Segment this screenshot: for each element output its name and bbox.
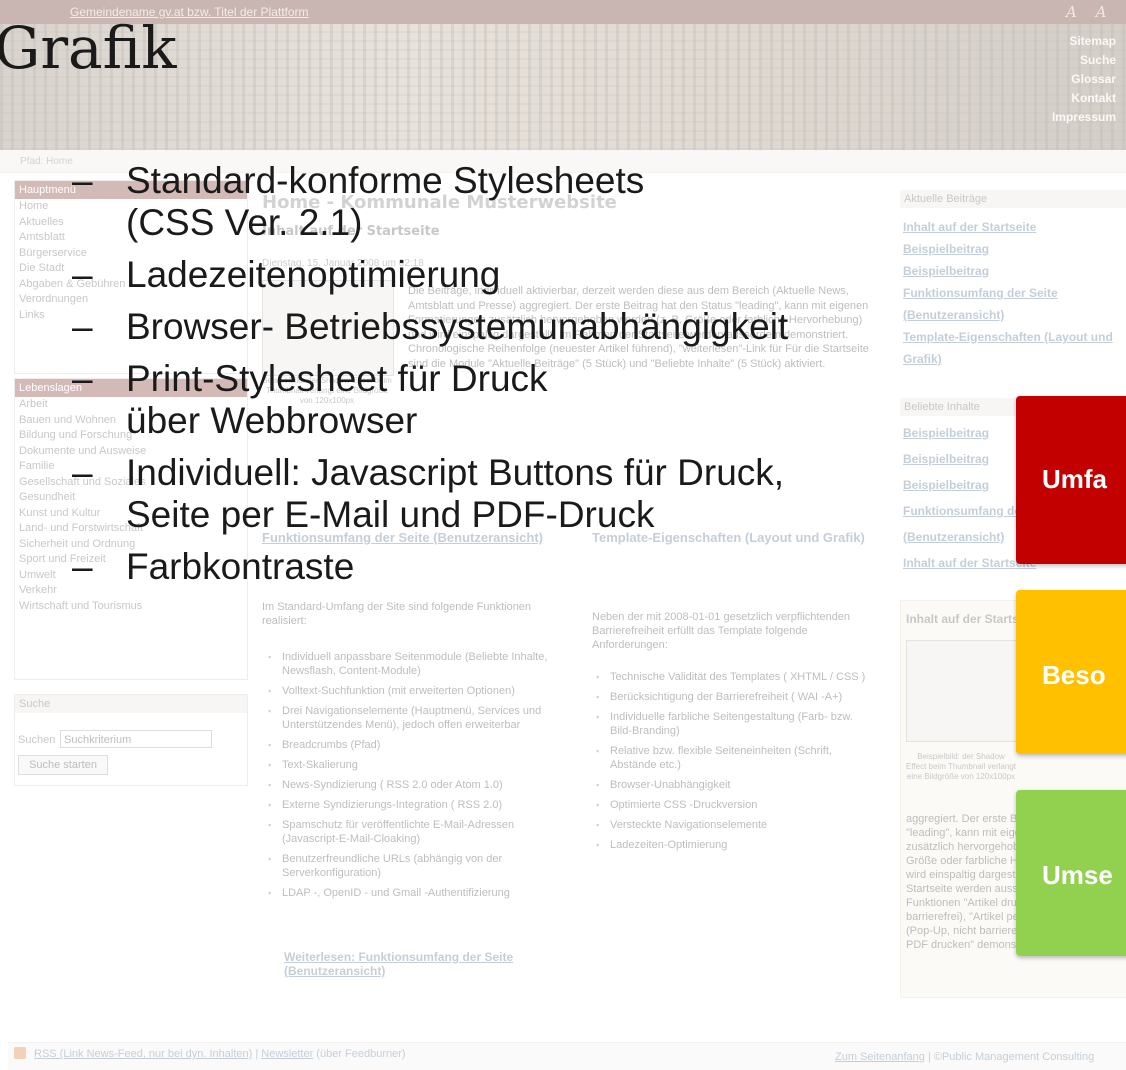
besonderheiten-button[interactable]: Beso: [1016, 590, 1126, 754]
slide-title: Grafik: [0, 14, 177, 82]
rss-icon: [14, 1047, 26, 1059]
list-item: News-Syndizierung ( RSS 2.0 oder Atom 1.…: [268, 778, 548, 792]
bullet-dash: –: [72, 306, 93, 347]
copyright: | ©Public Management Consulting: [924, 1051, 1095, 1063]
umsetzung-button[interactable]: Umse: [1016, 790, 1126, 956]
bullet-item: – Individuell: Javascript Buttons für Dr…: [72, 452, 1012, 536]
col1-intro: Im Standard-Umfang der Site sind folgend…: [262, 601, 532, 627]
menu-item[interactable]: Wirtschaft und Tourismus: [15, 599, 247, 615]
back-to-top-link[interactable]: Zum Seitenanfang: [835, 1051, 925, 1063]
list-item: Browser-Unabhängigkeit: [596, 778, 876, 792]
right-thumbnail-caption: Beispielbild: der Shadow Effect beim Thu…: [906, 752, 1016, 781]
bullet-text: über Webbrowser: [126, 400, 418, 441]
footer-links: RSS (Link News-Feed, nur bei dyn. Inhalt…: [34, 1048, 406, 1060]
breadcrumb: Pfad: Home: [20, 156, 73, 167]
bullet-text: Standard-konforme Stylesheets: [126, 160, 645, 201]
bullet-text: Print-Stylesheet für Druck: [126, 358, 548, 399]
list-item: Individuell anpassbare Seitenmodule (Bel…: [268, 650, 548, 678]
search-heading: Suche: [15, 695, 247, 713]
bullet-text: Ladezeitenoptimierung: [126, 254, 501, 295]
list-item: Individuelle farbliche Seitengestaltung …: [596, 710, 876, 738]
search-input[interactable]: Suchkriterium: [60, 730, 212, 748]
bullet-dash: –: [72, 546, 93, 587]
bullet-dash: –: [72, 160, 93, 201]
top-links: Sitemap Suche Glossar Kontakt Impressum: [1030, 32, 1116, 127]
list-item: Text-Skalierung: [268, 758, 548, 772]
bullet-item: – Farbkontraste: [72, 546, 1012, 588]
list-item: Benutzerfreundliche URLs (abhängig von d…: [268, 852, 548, 880]
rss-link[interactable]: RSS (Link News-Feed, nur bei dyn. Inhalt…: [34, 1048, 252, 1060]
newsletter-link[interactable]: Newsletter: [261, 1048, 313, 1060]
footer-right: Zum Seitenanfang | ©Public Management Co…: [835, 1051, 1094, 1063]
list-item: Technische Validität des Templates ( XHT…: [596, 670, 876, 684]
top-link-imprint[interactable]: Impressum: [1030, 108, 1116, 127]
slide-bullet-list: – Standard-konforme Stylesheets (CSS Ver…: [72, 160, 1012, 598]
list-item: Ladezeiten-Optimierung: [596, 838, 876, 852]
besonderheiten-label: Beso: [1042, 660, 1106, 690]
right-thumbnail: [906, 640, 1018, 742]
list-item: Optimierte CSS -Druckversion: [596, 798, 876, 812]
bullet-text: Browser- Betriebssystemunabhängigkeit: [126, 306, 789, 347]
bullet-dash: –: [72, 358, 93, 399]
list-item: Relative bzw. flexible Seiteneinheiten (…: [596, 744, 876, 772]
list-item: Volltext-Suchfunktion (mit erweiterten O…: [268, 684, 548, 698]
top-link-sitemap[interactable]: Sitemap: [1030, 32, 1116, 51]
list-item: Versteckte Navigationselemente: [596, 818, 876, 832]
list-item: Spamschutz für veröffentlichte E-Mail-Ad…: [268, 818, 548, 846]
col2-intro: Neben der mit 2008-01-01 gesetzlich verp…: [592, 611, 851, 651]
read-more-link[interactable]: Weiterlesen: Funktionsumfang der Seite (…: [284, 950, 544, 978]
list-item: Berücksichtigung der Barrierefreiheit ( …: [596, 690, 876, 704]
umfang-button[interactable]: Umfa: [1016, 396, 1126, 564]
col1-feature-list: Individuell anpassbare Seitenmodule (Bel…: [268, 650, 548, 906]
top-link-contact[interactable]: Kontakt: [1030, 89, 1116, 108]
search-label: Suchen: [18, 734, 56, 746]
bullet-item: – Standard-konforme Stylesheets (CSS Ver…: [72, 160, 1012, 244]
bullet-text: Seite per E-Mail und PDF-Druck: [126, 494, 655, 535]
top-link-search[interactable]: Suche: [1030, 51, 1116, 70]
bullet-dash: –: [72, 254, 93, 295]
list-item: Externe Syndizierungs-Integration ( RSS …: [268, 798, 548, 812]
umsetzung-label: Umse: [1042, 860, 1113, 890]
top-link-glossary[interactable]: Glossar: [1030, 70, 1116, 89]
umfang-label: Umfa: [1042, 464, 1108, 494]
list-item: LDAP -, OpenID - und Gmail -Authentifizi…: [268, 886, 548, 900]
bullet-text: Farbkontraste: [126, 546, 355, 587]
search-button[interactable]: Suche starten: [18, 755, 108, 775]
bullet-text: (CSS Ver. 2.1): [126, 202, 363, 243]
list-item: Drei Navigationselemente (Hauptmenü, Ser…: [268, 704, 548, 732]
bullet-text: Individuell: Javascript Buttons für Druc…: [126, 452, 785, 493]
bullet-dash: –: [72, 452, 93, 493]
footer-separator: |: [252, 1048, 262, 1060]
list-item: Breadcrumbs (Pfad): [268, 738, 548, 752]
bullet-item: – Browser- Betriebssystemunabhängigkeit: [72, 306, 1012, 348]
newsletter-suffix: (über Feedburner): [313, 1048, 406, 1060]
bullet-item: – Print-Stylesheet für Druck über Webbro…: [72, 358, 1012, 442]
col2-feature-list: Technische Validität des Templates ( XHT…: [596, 670, 876, 858]
bullet-item: – Ladezeitenoptimierung: [72, 254, 1012, 296]
